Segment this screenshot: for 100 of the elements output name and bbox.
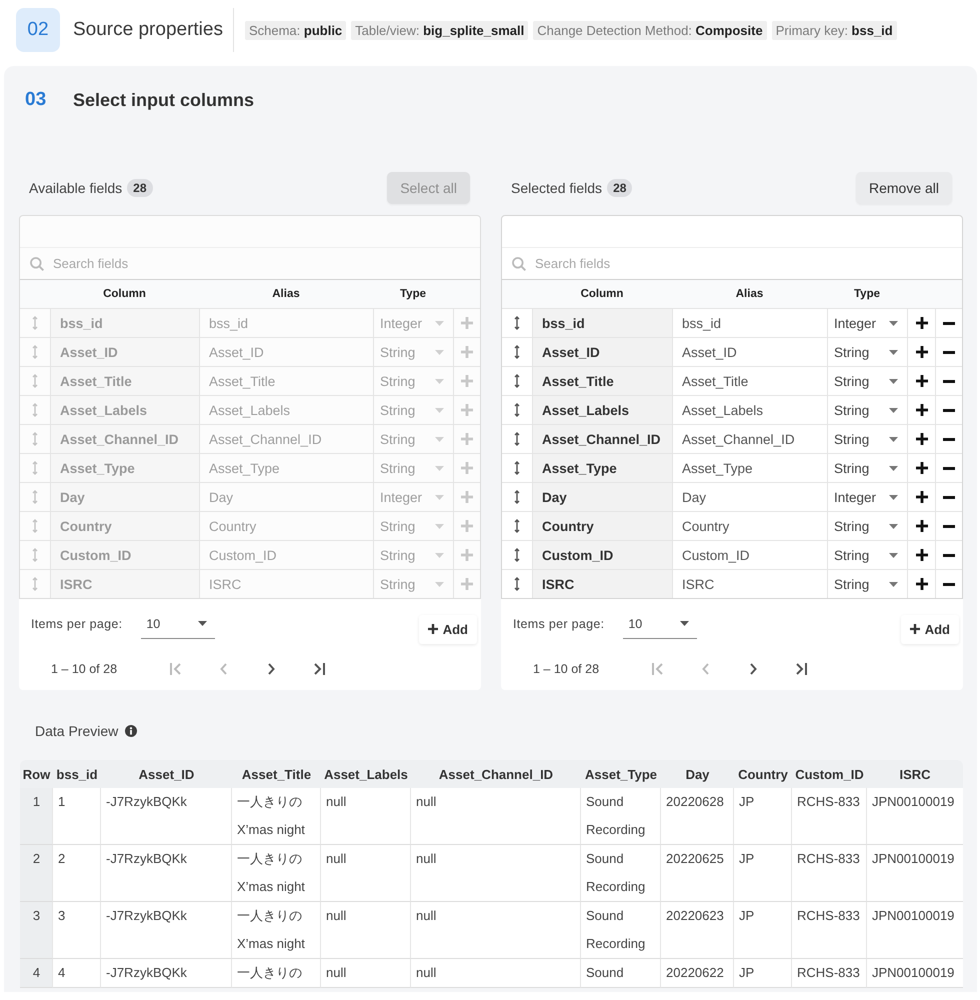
plus-icon[interactable] xyxy=(916,346,928,358)
table-cell: -J7RzykBQKk xyxy=(101,788,232,845)
type-select[interactable]: String xyxy=(827,338,907,366)
caret-icon xyxy=(889,552,898,558)
items-per-page-select[interactable]: 10 xyxy=(623,609,698,639)
field-name: Asset_ID xyxy=(532,338,672,366)
plus-icon[interactable] xyxy=(916,433,928,445)
column-header: Asset_Type xyxy=(581,760,661,788)
source-property: Schema: public xyxy=(244,20,346,40)
search-field[interactable]: Search fields xyxy=(535,248,962,279)
caret-icon xyxy=(889,436,898,442)
column-header: Custom_ID xyxy=(792,760,867,788)
column-header: Asset_Labels xyxy=(321,760,411,788)
type-select[interactable]: String xyxy=(827,570,907,598)
drag-handle-icon[interactable] xyxy=(514,345,520,359)
type-select[interactable]: String xyxy=(827,512,907,540)
minus-icon[interactable] xyxy=(943,408,955,412)
minus-icon[interactable] xyxy=(943,554,955,556)
type-select[interactable]: String xyxy=(827,367,907,395)
caret-icon xyxy=(889,378,898,384)
caret-icon xyxy=(680,621,690,626)
field-count: 28 xyxy=(127,179,152,197)
plus-icon[interactable] xyxy=(916,578,928,590)
minus-icon[interactable] xyxy=(943,466,955,470)
alias-input[interactable]: Custom_ID xyxy=(672,541,827,569)
add-field-button[interactable]: Add xyxy=(900,614,959,644)
plus-icon[interactable] xyxy=(916,375,928,387)
field-name: Custom_ID xyxy=(50,541,199,569)
chevron-right-icon[interactable] xyxy=(750,663,756,675)
drag-handle-icon[interactable] xyxy=(514,316,520,330)
table-cell: 20220625 xyxy=(661,845,734,902)
table-cell: 一人きりの X’mas night xyxy=(232,845,321,902)
type-select[interactable]: Integer xyxy=(827,309,907,337)
table-cell: null xyxy=(411,902,581,959)
column-header: Type xyxy=(853,288,881,300)
drag-handle-icon[interactable] xyxy=(514,374,520,388)
drag-handle-icon[interactable] xyxy=(514,548,520,562)
minus-icon[interactable] xyxy=(943,350,955,354)
table-cell: 一人きりの xyxy=(232,959,321,988)
table-cell: Sound Recording xyxy=(581,902,661,959)
alias-input[interactable]: Asset_Title xyxy=(672,367,827,395)
alias-input[interactable]: Asset_ID xyxy=(672,338,827,366)
plus-icon xyxy=(910,624,920,634)
source-property: Primary key: bss_id xyxy=(772,20,897,40)
drag-handle-icon[interactable] xyxy=(514,403,520,417)
minus-icon[interactable] xyxy=(943,582,955,586)
table-cell: 2 xyxy=(53,845,101,902)
plus-icon[interactable] xyxy=(916,549,928,561)
minus-icon[interactable] xyxy=(943,524,955,528)
drag-handle-icon[interactable] xyxy=(514,461,520,475)
table-cell: null xyxy=(321,959,411,988)
caret-icon xyxy=(889,408,898,412)
drag-handle-icon[interactable] xyxy=(514,519,520,533)
field-name: Day xyxy=(532,483,672,511)
minus-icon[interactable] xyxy=(943,380,955,382)
plus-icon[interactable] xyxy=(916,317,928,329)
field-name: Asset_Title xyxy=(532,367,672,395)
alias-input[interactable]: ISRC xyxy=(672,570,827,598)
alias-input[interactable]: Day xyxy=(672,483,827,511)
plus-icon[interactable] xyxy=(916,462,928,474)
type-select[interactable]: String xyxy=(827,396,907,424)
minus-icon[interactable] xyxy=(943,496,955,498)
search-icon xyxy=(512,256,526,270)
alias-input[interactable]: Asset_Channel_ID xyxy=(672,425,827,453)
column-header: Country xyxy=(734,760,792,788)
alias-input[interactable]: Asset_Labels xyxy=(672,396,827,424)
plus-icon[interactable] xyxy=(916,404,928,416)
caret-icon xyxy=(435,320,444,326)
table-cell: JPN00100019 xyxy=(867,902,963,959)
last-page-icon[interactable] xyxy=(796,663,806,675)
minus-icon[interactable] xyxy=(943,322,955,324)
page-range: 1 – 10 of 28 xyxy=(533,662,600,676)
alias-input[interactable]: Asset_Type xyxy=(672,454,827,482)
type-select[interactable]: String xyxy=(827,541,907,569)
drag-handle-icon[interactable] xyxy=(514,490,520,504)
type-select[interactable]: String xyxy=(827,425,907,453)
type-select[interactable]: String xyxy=(827,454,907,482)
table-cell: null xyxy=(411,959,581,988)
drag-handle-icon[interactable] xyxy=(514,577,520,591)
caret-icon xyxy=(435,582,444,586)
field-name: Asset_Labels xyxy=(532,396,672,424)
column-header: Asset_Title xyxy=(232,760,321,788)
alias-input[interactable]: Country xyxy=(672,512,827,540)
alias-input[interactable]: bss_id xyxy=(672,309,827,337)
column-header: Asset_ID xyxy=(101,760,232,788)
type-select[interactable]: Integer xyxy=(827,483,907,511)
info-icon[interactable] xyxy=(125,725,138,737)
search-icon xyxy=(30,256,44,270)
table-cell: -J7RzykBQKk xyxy=(101,845,232,902)
plus-icon[interactable] xyxy=(916,520,928,532)
plus-icon xyxy=(428,624,438,634)
table-cell: null xyxy=(321,845,411,902)
plus-icon[interactable] xyxy=(916,491,928,503)
drag-handle-icon[interactable] xyxy=(514,432,520,446)
column-header: bss_id xyxy=(53,760,101,788)
caret-icon xyxy=(435,436,444,442)
minus-icon[interactable] xyxy=(943,438,955,440)
caret-icon xyxy=(889,494,898,500)
table-cell: 20220628 xyxy=(661,788,734,845)
action-button[interactable]: Remove all xyxy=(856,172,952,204)
